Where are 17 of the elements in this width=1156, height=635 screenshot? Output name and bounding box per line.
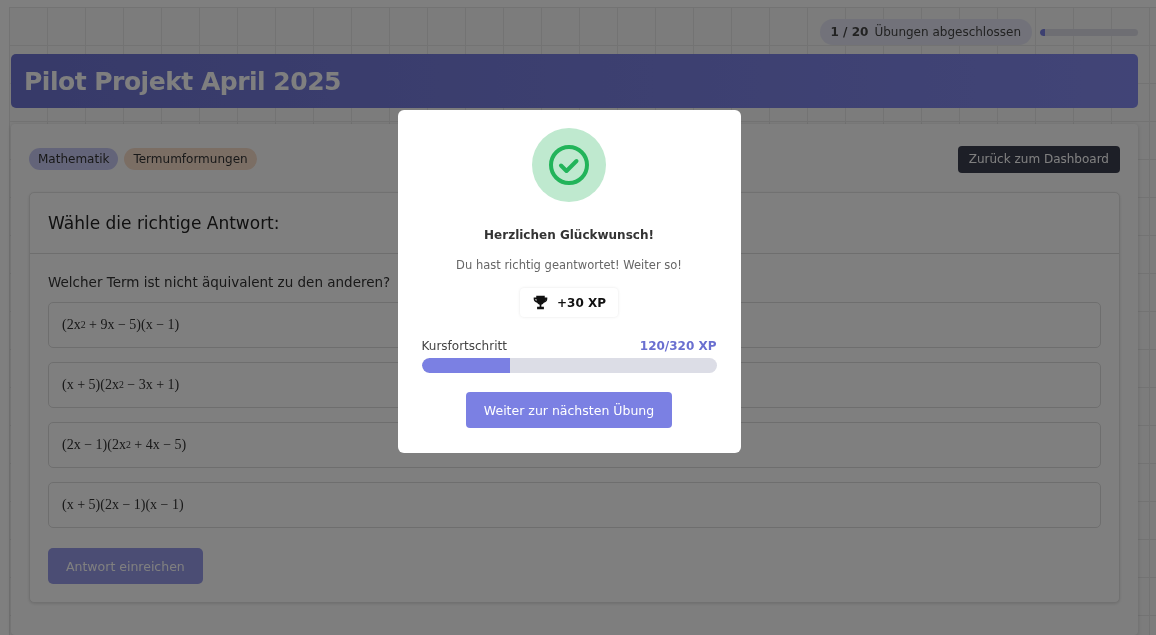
- course-progress-label: Kursfortschritt: [421, 339, 507, 353]
- page-title: Pilot Projekt April 2025: [24, 66, 341, 96]
- next-exercise-button[interactable]: Weiter zur nächsten Übung: [465, 392, 673, 428]
- xp-reward: +30 XP: [557, 295, 606, 310]
- dialog-title: Herzlichen Glückwunsch!: [484, 228, 654, 242]
- trophy-icon: [532, 294, 549, 311]
- course-progress-value: 120/320 XP: [639, 339, 717, 353]
- check-circle-icon: [532, 128, 606, 202]
- question-text: Welcher Term ist nicht äquivalent zu den anderen?: [48, 274, 392, 290]
- answer-option[interactable]: (x + 5)(2x − 1)(x − 1): [48, 482, 1101, 528]
- exercise-count: 1 / 20: [830, 25, 869, 39]
- dialog-message: Du hast richtig geantwortet! Weiter so!: [456, 258, 682, 272]
- topic-tag: Mathematik: [29, 148, 119, 170]
- card-title: Wähle die richtige Antwort:: [48, 213, 280, 233]
- back-to-dashboard-button[interactable]: Zurück zum Dashboard: [957, 145, 1120, 173]
- progress-label: Übungen abgeschlossen: [874, 25, 1021, 39]
- topic-tag: Termumformungen: [124, 148, 257, 170]
